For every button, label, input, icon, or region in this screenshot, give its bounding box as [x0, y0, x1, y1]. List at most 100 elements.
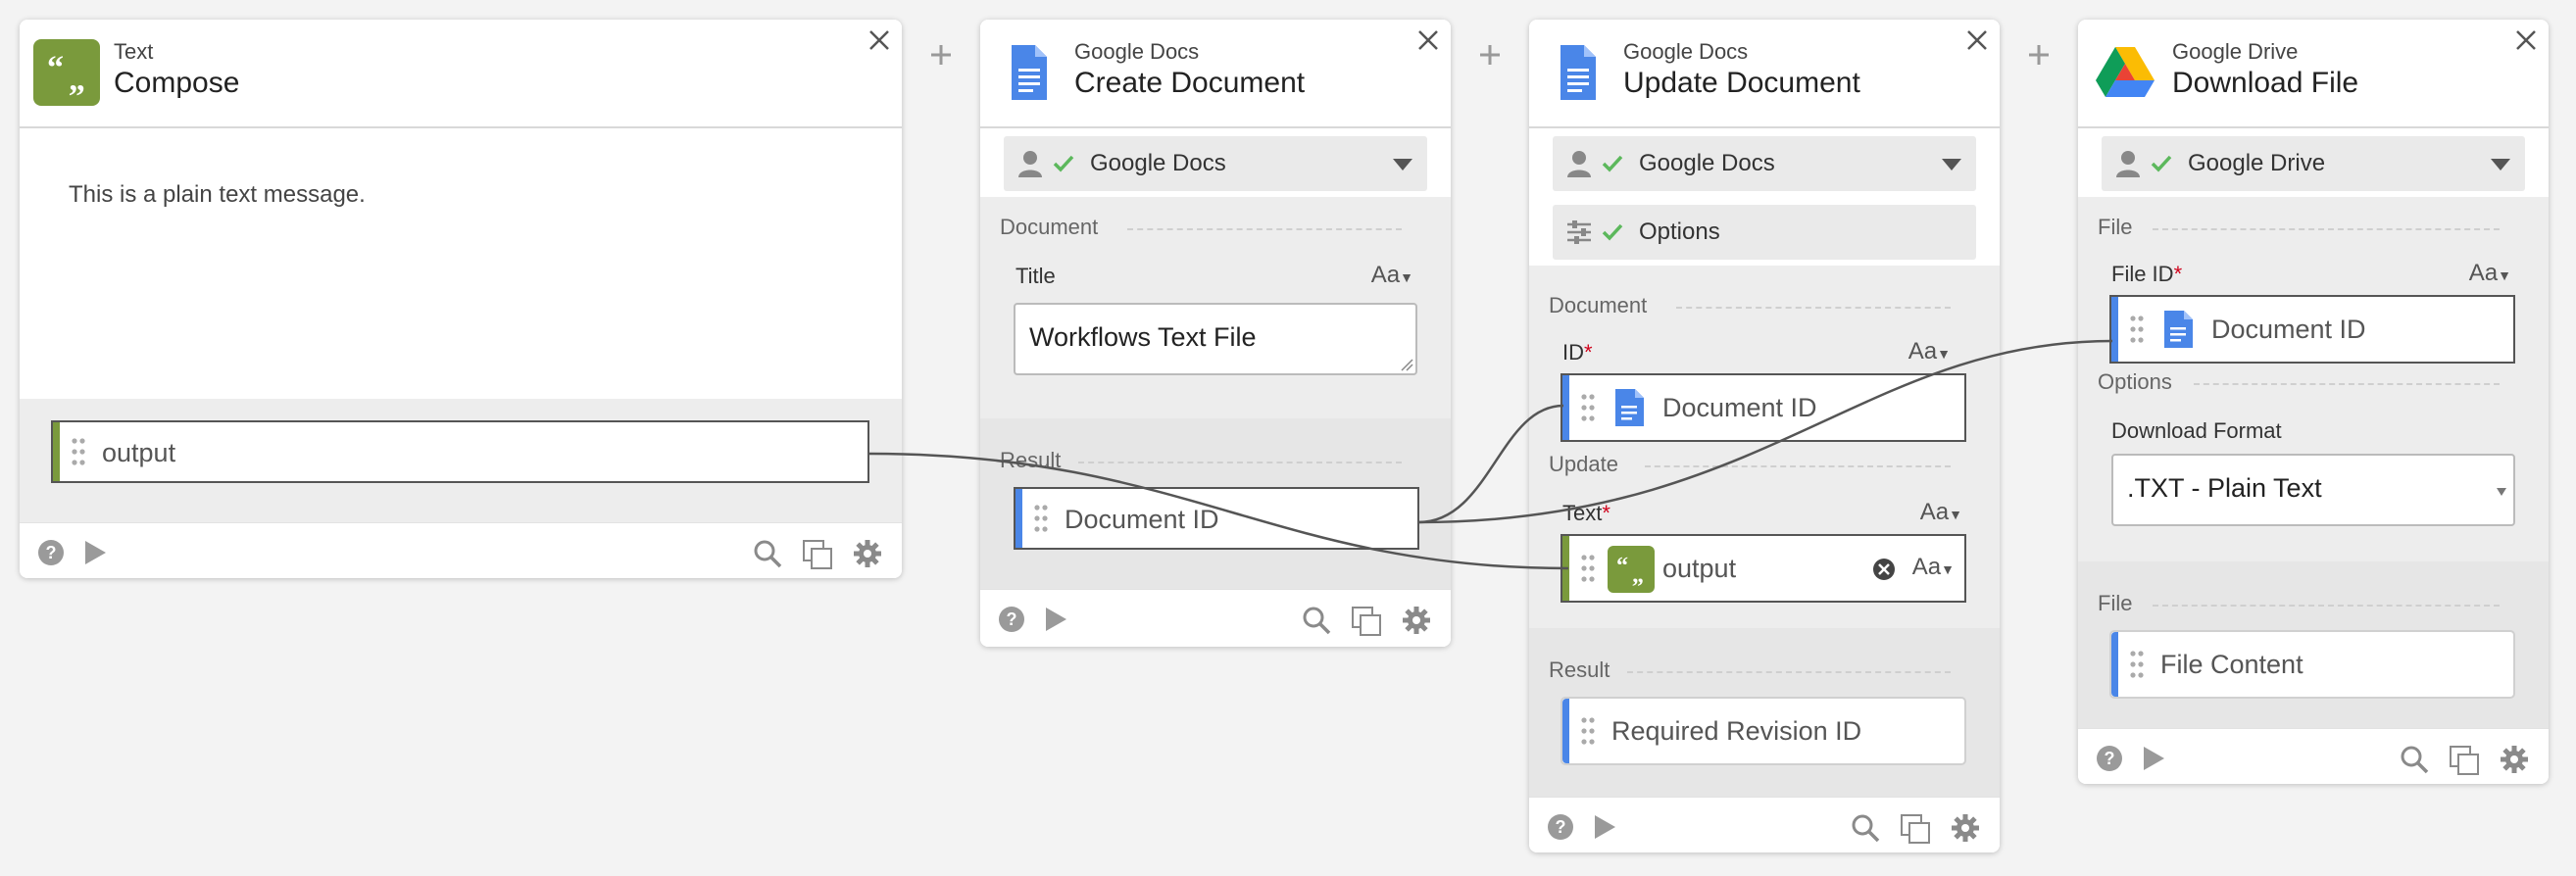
card-footer: ?	[980, 589, 1451, 647]
drag-handle-icon[interactable]	[2129, 314, 2145, 345]
revision-id-output[interactable]: Required Revision ID	[1560, 697, 1966, 765]
drag-handle-icon[interactable]	[1033, 503, 1049, 534]
svg-text:„: „	[69, 62, 85, 98]
svg-text:„: „	[1632, 562, 1644, 588]
output-pill[interactable]: output	[51, 420, 869, 483]
plus-icon[interactable]	[1478, 43, 1502, 67]
title-label: Title	[1016, 264, 1056, 288]
chevron-down-icon[interactable]	[1941, 158, 1962, 171]
auth-label: Google Drive	[2188, 150, 2326, 176]
auth-selector[interactable]: Google Drive	[2102, 136, 2525, 191]
type-toggle[interactable]: Aa▼	[1912, 554, 1955, 581]
drag-handle-icon[interactable]	[1580, 553, 1596, 584]
help-icon[interactable]: ?	[998, 606, 1025, 633]
check-icon	[2151, 155, 2172, 172]
auth-label: Google Docs	[1639, 150, 1775, 176]
text-label: Text*	[1562, 501, 1610, 525]
title-value: Workflows Text File	[1029, 322, 1257, 352]
gear-icon[interactable]	[853, 539, 882, 568]
service-name: Google Drive	[2172, 39, 2299, 64]
file-id-value: Document ID	[2211, 315, 2366, 344]
type-toggle[interactable]: Aa▼	[1920, 499, 1962, 526]
person-icon	[1567, 151, 1591, 177]
card-download-file: Google Drive Download File Google Drive …	[2078, 20, 2549, 784]
plus-icon[interactable]	[2027, 43, 2051, 67]
file-id-input[interactable]: Document ID	[2109, 295, 2515, 364]
text-input[interactable]: “„ output Aa▼	[1560, 534, 1966, 603]
search-icon[interactable]	[1851, 813, 1880, 843]
id-value: Document ID	[1662, 393, 1817, 422]
section-title: Result	[1000, 448, 1062, 472]
close-icon[interactable]	[1413, 25, 1443, 55]
auth-section: Google Drive	[2078, 128, 2549, 197]
resize-icon[interactable]	[1400, 358, 1413, 371]
person-icon	[2116, 151, 2140, 177]
file-section: File File ID* Aa▼ Document ID Options Do…	[2078, 197, 2549, 561]
type-toggle[interactable]: Aa▼	[2469, 260, 2511, 287]
card-header: Google Drive Download File	[2078, 20, 2549, 128]
file-content-output[interactable]: File Content	[2109, 630, 2515, 699]
gear-icon[interactable]	[1951, 813, 1980, 843]
result-section: Result Required Revision ID	[1529, 628, 2000, 797]
close-icon[interactable]	[865, 25, 894, 55]
copy-icon[interactable]	[802, 539, 833, 570]
type-toggle[interactable]: Aa▼	[1371, 262, 1413, 289]
close-icon[interactable]	[2511, 25, 2541, 55]
play-icon[interactable]	[2141, 745, 2166, 772]
plus-icon[interactable]	[929, 43, 953, 67]
clear-icon[interactable]	[1872, 558, 1896, 581]
chevron-down-icon[interactable]	[1392, 158, 1413, 171]
search-icon[interactable]	[2400, 745, 2429, 774]
search-icon[interactable]	[1302, 606, 1331, 635]
drag-handle-icon[interactable]	[1580, 392, 1596, 423]
service-name: Google Docs	[1074, 39, 1200, 64]
format-select[interactable]: .TXT - Plain Text	[2111, 454, 2515, 526]
copy-icon[interactable]	[2449, 745, 2480, 776]
drag-handle-icon[interactable]	[2129, 649, 2145, 680]
chevron-down-icon[interactable]	[2496, 487, 2507, 497]
auth-label: Google Docs	[1090, 150, 1226, 176]
help-icon[interactable]: ?	[37, 539, 65, 566]
help-icon[interactable]: ?	[1547, 813, 1574, 841]
format-label: Download Format	[2111, 418, 2282, 443]
google-docs-icon	[1012, 45, 1047, 100]
compose-body[interactable]: This is a plain text message.	[20, 128, 902, 399]
document-id-input[interactable]: Document ID	[1560, 373, 1966, 442]
compose-text[interactable]: This is a plain text message.	[69, 181, 366, 209]
search-icon[interactable]	[753, 539, 782, 568]
copy-icon[interactable]	[1900, 813, 1931, 845]
check-icon	[1602, 223, 1623, 241]
close-icon[interactable]	[1962, 25, 1992, 55]
card-footer: ?	[20, 522, 902, 578]
drag-handle-icon[interactable]	[71, 436, 86, 467]
google-docs-icon	[2164, 311, 2193, 348]
section-title: Options	[2098, 369, 2172, 394]
auth-selector[interactable]: Google Docs	[1553, 136, 1976, 191]
quote-icon: “ „	[33, 39, 100, 106]
play-icon[interactable]	[1592, 813, 1617, 841]
options-selector[interactable]: Options	[1553, 205, 1976, 260]
auth-section: Google Docs	[980, 128, 1451, 197]
quote-icon: “„	[1608, 546, 1655, 593]
chevron-down-icon[interactable]	[2490, 158, 2511, 171]
copy-icon[interactable]	[1351, 606, 1382, 637]
play-icon[interactable]	[1043, 606, 1068, 633]
document-id-output[interactable]: Document ID	[1014, 487, 1419, 550]
gear-icon[interactable]	[1402, 606, 1431, 635]
id-label: ID*	[1562, 340, 1593, 365]
card-footer: ?	[1529, 797, 2000, 852]
service-name: Text	[114, 39, 154, 64]
result-label: Document ID	[1065, 505, 1219, 534]
section-title: File	[2098, 215, 2133, 239]
title-input[interactable]: Workflows Text File	[1014, 303, 1417, 375]
help-icon[interactable]: ?	[2096, 745, 2123, 772]
auth-selector[interactable]: Google Docs	[1004, 136, 1427, 191]
drag-handle-icon[interactable]	[1580, 715, 1596, 747]
section-title: File	[2098, 591, 2133, 615]
play-icon[interactable]	[82, 539, 108, 566]
type-toggle[interactable]: Aa▼	[1908, 338, 1951, 365]
svg-text:?: ?	[46, 543, 57, 562]
text-value: output	[1662, 554, 1737, 583]
card-create-document: Google Docs Create Document Google Docs …	[980, 20, 1451, 647]
gear-icon[interactable]	[2500, 745, 2529, 774]
